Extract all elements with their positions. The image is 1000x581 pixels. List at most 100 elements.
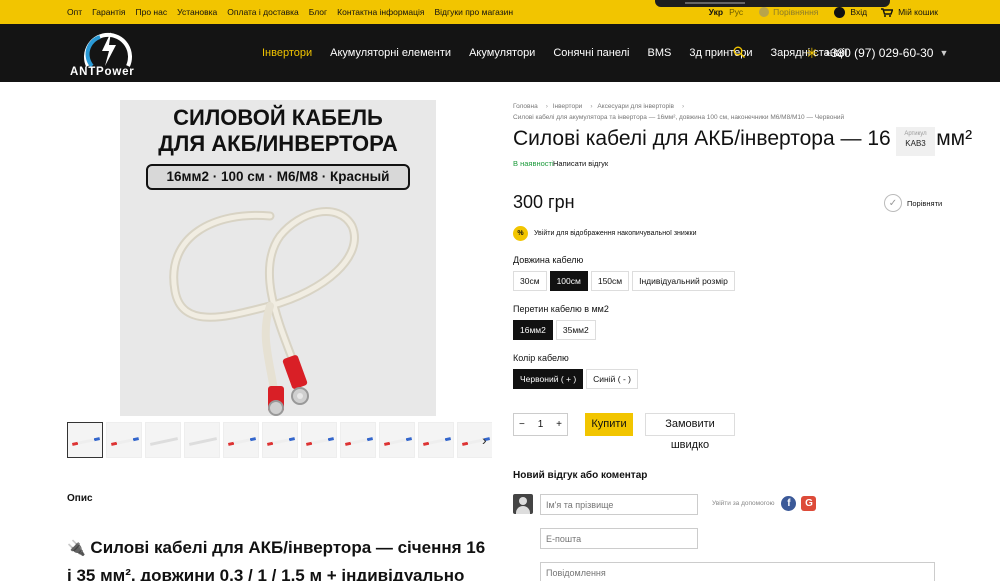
- top-right-tools: Укр Рус Порівняння Вхід Мій кошик: [709, 0, 938, 24]
- description-heading-text: Силові кабелі для АКБ/інвертора — січенн…: [67, 538, 486, 581]
- article-label: Артикул: [904, 131, 927, 137]
- facebook-icon[interactable]: f: [781, 496, 797, 511]
- image-spec-label: 16мм2 · 100 см · М6/М8 · Красный: [146, 164, 410, 190]
- thumbnail[interactable]: [223, 422, 259, 458]
- percent-icon: %: [513, 226, 528, 241]
- chevron-down-icon: ▼: [939, 48, 949, 58]
- thumbnail[interactable]: [67, 422, 103, 458]
- color-options: Червоний ( + ) Синій ( - ): [513, 369, 638, 389]
- quick-order-button[interactable]: Замовити швидко: [645, 413, 735, 451]
- lang-rus[interactable]: Рус: [729, 7, 743, 17]
- phone-dropdown[interactable]: ✳ +380 (97) 029-60-30 ▼: [806, 24, 948, 82]
- breadcrumb-inverters[interactable]: Інвертори: [553, 103, 583, 110]
- thumbnail[interactable]: [340, 422, 376, 458]
- option-length-100[interactable]: 100см: [549, 271, 588, 291]
- top-link-install[interactable]: Установка: [177, 7, 217, 17]
- qty-value[interactable]: 1: [538, 419, 544, 430]
- buy-button[interactable]: Купити: [585, 413, 633, 436]
- cart-icon: [881, 7, 894, 17]
- option-section-16[interactable]: 16мм2: [513, 320, 553, 340]
- top-link-payment[interactable]: Оплата і доставка: [227, 7, 298, 17]
- top-link-contacts[interactable]: Контактна інформація: [337, 7, 424, 17]
- product-main-image[interactable]: СИЛОВОЙ КАБЕЛЬ ДЛЯ АКБ/ИНВЕРТОРА 16мм2 ·…: [120, 100, 436, 416]
- message-field[interactable]: [540, 562, 935, 581]
- qty-plus-button[interactable]: +: [556, 419, 562, 430]
- option-color-red[interactable]: Червоний ( + ): [513, 369, 584, 389]
- nav-batteries[interactable]: Акумулятори: [469, 47, 535, 59]
- price: 300 грн: [513, 192, 575, 212]
- discount-text: Увійти для відображення накопичувальної …: [534, 230, 697, 237]
- section-label: Перетин кабелю в мм2: [513, 304, 609, 314]
- stock-status: В наявності: [513, 159, 554, 168]
- top-link-about[interactable]: Про нас: [136, 7, 168, 17]
- login-link[interactable]: Вхід: [834, 6, 867, 18]
- main-nav: Інвертори Акумуляторні елементи Акумулят…: [262, 24, 848, 82]
- article-badge: Артикул KAB3: [896, 127, 935, 156]
- option-length-150[interactable]: 150см: [590, 271, 630, 291]
- logo-icon: [84, 32, 132, 68]
- top-link-blog[interactable]: Блог: [309, 7, 327, 17]
- compare-label: Порівняння: [773, 7, 819, 17]
- qty-minus-button[interactable]: −: [519, 419, 525, 430]
- compare-button-label: Порівняти: [907, 198, 943, 208]
- compare-check-icon: ✓: [884, 194, 902, 212]
- compare-icon: [759, 7, 770, 17]
- phone-icon: ✳: [806, 44, 818, 61]
- length-options: 30см 100см 150см Індивідуальний розмір: [513, 271, 735, 291]
- nav-bms[interactable]: BMS: [648, 47, 672, 59]
- cart-label: Мій кошик: [898, 7, 938, 17]
- thumbnail[interactable]: [418, 422, 454, 458]
- social-login-label: Увійти за допомогою: [712, 500, 775, 507]
- nav-solar-panels[interactable]: Сонячні панелі: [553, 47, 629, 59]
- top-link-warranty[interactable]: Гарантія: [92, 7, 125, 17]
- breadcrumb-home[interactable]: Головна: [513, 103, 538, 110]
- thumbnail[interactable]: [379, 422, 415, 458]
- length-label: Довжина кабелю: [513, 255, 584, 265]
- nav-battery-cells[interactable]: Акумуляторні елементи: [330, 47, 451, 59]
- language-switch: Укр Рус: [709, 7, 744, 17]
- option-color-blue[interactable]: Синій ( - ): [586, 369, 638, 389]
- write-review-link[interactable]: Написати відгук: [553, 159, 608, 168]
- option-length-custom[interactable]: Індивідуальний розмір: [632, 271, 735, 291]
- email-field[interactable]: [540, 528, 698, 549]
- option-section-35[interactable]: 35мм2: [555, 320, 596, 340]
- review-form-title: Новий відгук або коментар: [513, 470, 648, 481]
- plug-icon: 🔌: [67, 540, 86, 557]
- color-label: Колір кабелю: [513, 353, 569, 363]
- top-link-reviews[interactable]: Відгуки про магазин: [435, 7, 514, 17]
- description-heading: 🔌 Силові кабелі для АКБ/інвертора — січе…: [67, 534, 487, 581]
- section-options: 16мм2 35мм2: [513, 320, 596, 340]
- chevron-right-icon[interactable]: ›: [482, 432, 487, 448]
- image-title-line1: СИЛОВОЙ КАБЕЛЬ: [173, 105, 383, 130]
- image-title-line2: ДЛЯ АКБ/ИНВЕРТОРА: [158, 131, 398, 156]
- compare-button[interactable]: ✓ Порівняти: [884, 194, 942, 212]
- thumbnail[interactable]: [106, 422, 142, 458]
- google-icon[interactable]: G: [801, 496, 817, 511]
- thumbnail[interactable]: [184, 422, 220, 458]
- breadcrumb-current: Силові кабелі для акумулятора та інверто…: [513, 114, 845, 121]
- nav-inverters[interactable]: Інвертори: [262, 47, 312, 59]
- thumbnail[interactable]: [262, 422, 298, 458]
- article-value: KAB3: [905, 139, 926, 148]
- cable-illustration: [169, 207, 359, 416]
- compare-link[interactable]: Порівняння: [759, 7, 818, 17]
- name-field[interactable]: [540, 494, 698, 515]
- search-icon[interactable]: [733, 46, 745, 58]
- cart-link[interactable]: Мій кошик: [881, 7, 938, 17]
- site-logo[interactable]: ANTPower: [70, 24, 150, 82]
- thumbnail[interactable]: [145, 422, 181, 458]
- lang-ukr[interactable]: Укр: [709, 7, 723, 17]
- logo-text: ANTPower: [70, 66, 135, 78]
- discount-login[interactable]: % Увійти для відображення накопичувально…: [513, 226, 697, 241]
- phone-number: +380 (97) 029-60-30: [823, 46, 934, 60]
- user-icon: [834, 6, 846, 18]
- thumbnail-strip: [67, 422, 492, 459]
- avatar: [513, 494, 533, 514]
- thumbnail[interactable]: [301, 422, 337, 458]
- option-length-30[interactable]: 30см: [513, 271, 547, 291]
- breadcrumb: Головна › Інвертори › Аксесуари для інверт…: [513, 103, 845, 121]
- top-links: Опт Гарантія Про нас Установка Оплата і …: [67, 0, 513, 24]
- main-header: ANTPower Інвертори Акумуляторні елементи…: [0, 24, 1000, 82]
- breadcrumb-accessories[interactable]: Аксесуари для інверторів: [597, 103, 674, 110]
- top-link-opt[interactable]: Опт: [67, 7, 82, 17]
